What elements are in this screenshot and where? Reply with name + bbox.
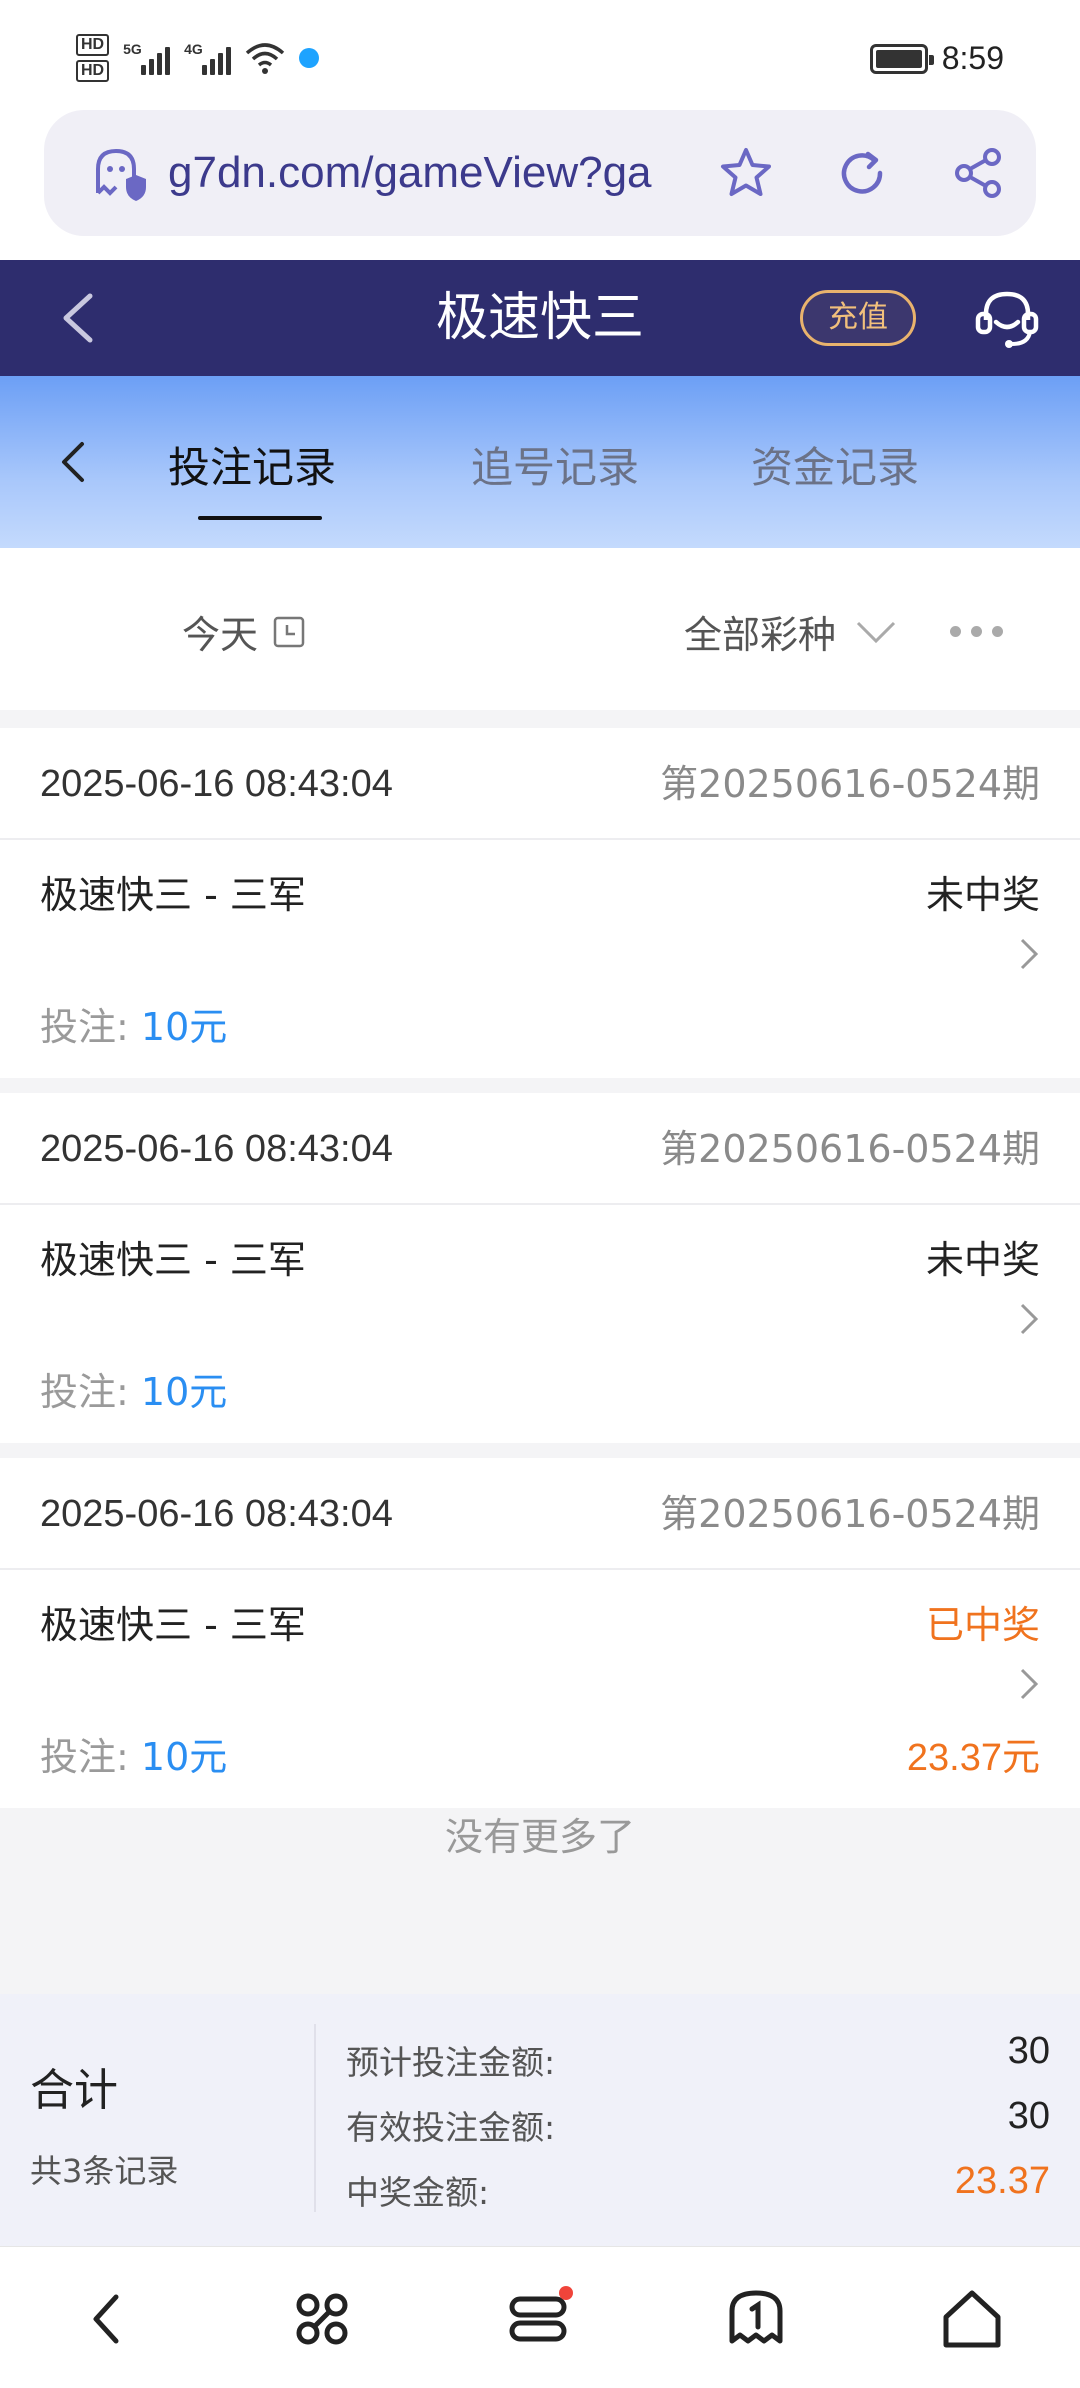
nav-home-button[interactable] bbox=[936, 2283, 1008, 2355]
app-header: 极速快三 充值 bbox=[0, 260, 1080, 376]
status-bar: HD HD 5G 4G 8:59 bbox=[0, 0, 1080, 110]
security-ghost-icon[interactable] bbox=[88, 143, 148, 203]
nav-apps-button[interactable] bbox=[286, 2283, 358, 2355]
record-status: 未中奖 bbox=[925, 1238, 1040, 1282]
sim-indicators: HD HD bbox=[76, 34, 110, 82]
summary-row-expected: 预计投注金额: 30 bbox=[346, 2030, 1050, 2082]
app-notification-icon bbox=[299, 48, 320, 68]
record-issue: 第20250616-0524期 bbox=[660, 762, 1040, 806]
clock: 8:59 bbox=[941, 40, 1004, 76]
share-icon[interactable] bbox=[950, 145, 1006, 201]
record-game-name: 极速快三 - 三军 bbox=[40, 1238, 306, 1282]
record-time: 2025-06-16 08:43:04 bbox=[40, 1128, 393, 1170]
url-text[interactable]: g7dn.com/gameView?ga bbox=[168, 148, 668, 198]
record-game-name: 极速快三 - 三军 bbox=[40, 873, 306, 917]
wifi-icon bbox=[245, 43, 285, 74]
record-time: 2025-06-16 08:43:04 bbox=[40, 1493, 393, 1535]
record-time: 2025-06-16 08:43:04 bbox=[40, 763, 393, 805]
filter-bar: 今天 全部彩种 bbox=[0, 548, 1080, 710]
home-icon bbox=[943, 2290, 1001, 2348]
date-filter-label: 今天 bbox=[182, 613, 259, 657]
lottery-filter-label: 全部彩种 bbox=[684, 613, 837, 657]
record-bet: 投注: 10元 bbox=[40, 1370, 228, 1414]
signal-5g-icon: 5G bbox=[123, 41, 171, 75]
status-right: 8:59 bbox=[869, 40, 1004, 77]
battery-icon bbox=[869, 43, 934, 74]
nav-back-button[interactable] bbox=[72, 2283, 144, 2355]
summary-row-prize: 中奖金额: 23.37 bbox=[346, 2160, 1050, 2212]
nav-tabs-button[interactable] bbox=[720, 2283, 792, 2355]
record-bet-amount: 10元 bbox=[140, 1005, 228, 1049]
browser-toolbar: g7dn.com/gameView?ga bbox=[0, 110, 1080, 260]
date-filter[interactable]: 今天 bbox=[182, 604, 306, 659]
record-issue: 第20250616-0524期 bbox=[660, 1127, 1040, 1171]
record-prize: 23.37元 bbox=[906, 1737, 1040, 1779]
record-bet: 投注: 10元 bbox=[40, 1735, 228, 1779]
tab-bet-records[interactable]: 投注记录 bbox=[168, 434, 336, 495]
chevron-right-icon[interactable] bbox=[1018, 1666, 1040, 1702]
summary-divider bbox=[314, 2024, 316, 2212]
record-status: 已中奖 bbox=[925, 1603, 1040, 1647]
record-bet-amount: 10元 bbox=[140, 1735, 228, 1779]
customer-service-icon[interactable] bbox=[972, 284, 1042, 354]
sim1-hd-icon: HD bbox=[76, 34, 110, 56]
bet-record[interactable]: 2025-06-16 08:43:04 第20250616-0524期 极速快三… bbox=[0, 728, 1080, 1078]
sim2-hd-icon: HD bbox=[76, 60, 110, 82]
no-more-label: 没有更多了 bbox=[444, 1815, 635, 1859]
menu-stack-icon bbox=[509, 2286, 573, 2342]
chevron-down-icon bbox=[856, 621, 896, 643]
more-options-icon[interactable] bbox=[950, 626, 1003, 637]
apps-grid-icon bbox=[296, 2293, 348, 2345]
chevron-right-icon[interactable] bbox=[1018, 1301, 1040, 1337]
chevron-right-icon[interactable] bbox=[1018, 936, 1040, 972]
back-icon bbox=[93, 2294, 119, 2344]
record-game-name: 极速快三 - 三军 bbox=[40, 1603, 306, 1647]
browser-bottom-nav bbox=[0, 2246, 1080, 2388]
address-bar[interactable]: g7dn.com/gameView?ga bbox=[44, 110, 1036, 236]
record-tabs: 投注记录 追号记录 资金记录 bbox=[0, 376, 1080, 548]
tab-fund-records[interactable]: 资金记录 bbox=[751, 434, 919, 495]
signal-4g-icon: 4G bbox=[184, 41, 232, 75]
lottery-filter[interactable]: 全部彩种 bbox=[684, 604, 898, 659]
refresh-icon[interactable] bbox=[834, 145, 890, 201]
recharge-button[interactable]: 充值 bbox=[800, 290, 916, 346]
chevron-left-icon[interactable] bbox=[58, 438, 88, 486]
record-bet-amount: 10元 bbox=[140, 1370, 228, 1414]
page-title: 极速快三 bbox=[435, 288, 644, 348]
active-tab-underline bbox=[198, 516, 322, 520]
record-bet: 投注: 10元 bbox=[40, 1005, 228, 1049]
tab-chase-records[interactable]: 追号记录 bbox=[471, 434, 639, 495]
summary-count: 共3条记录 bbox=[30, 2152, 179, 2190]
summary-title: 合计 bbox=[30, 2065, 118, 2116]
bet-record[interactable]: 2025-06-16 08:43:04 第20250616-0524期 极速快三… bbox=[0, 1458, 1080, 1808]
status-indicators: HD HD 5G 4G bbox=[76, 34, 320, 82]
calendar-icon bbox=[273, 616, 305, 647]
summary-panel: 合计 共3条记录 预计投注金额: 30 有效投注金额: 30 中奖金额: 23.… bbox=[0, 1994, 1080, 2246]
bookmark-star-icon[interactable] bbox=[718, 145, 774, 201]
nav-menu-button[interactable] bbox=[504, 2283, 576, 2355]
summary-row-valid: 有效投注金额: 30 bbox=[346, 2095, 1050, 2147]
tabs-count-icon bbox=[729, 2290, 783, 2344]
record-issue: 第20250616-0524期 bbox=[660, 1492, 1040, 1536]
bet-record[interactable]: 2025-06-16 08:43:04 第20250616-0524期 极速快三… bbox=[0, 1093, 1080, 1443]
record-status: 未中奖 bbox=[925, 873, 1040, 917]
